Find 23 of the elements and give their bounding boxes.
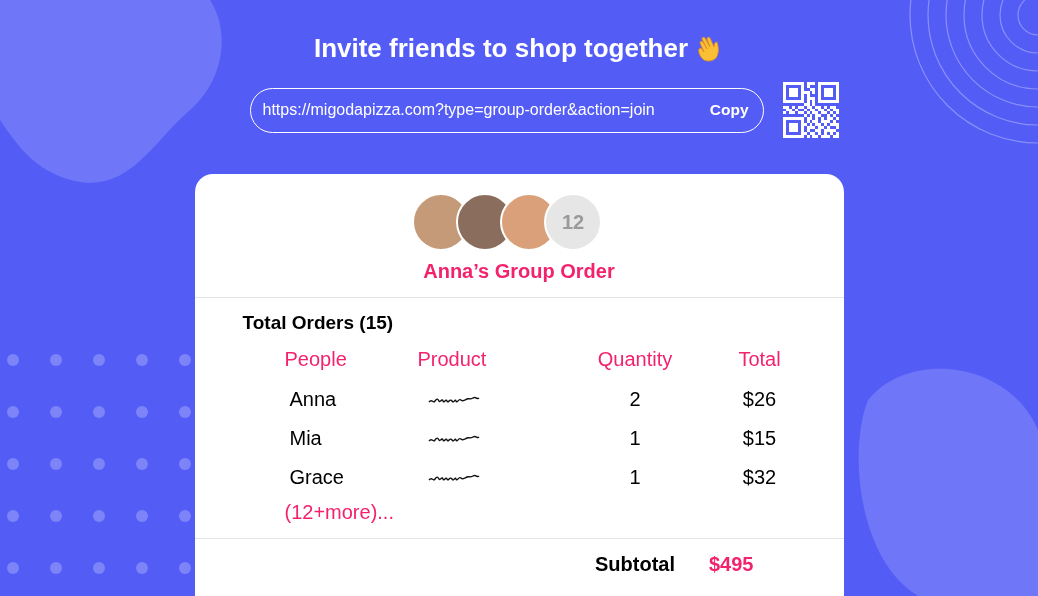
person-name: Anna [289, 388, 337, 411]
column-header: People [284, 348, 347, 370]
total-cell: $32 [742, 466, 777, 489]
quantity-cell: 1 [629, 466, 641, 489]
invite-link: https://migodapizza.com?type=group-order&action=join [262, 101, 655, 119]
more-orders-link[interactable]: (12+more)... [284, 501, 394, 524]
qr-code-icon[interactable] [782, 82, 839, 138]
total-orders-heading: Total Orders (15) [242, 312, 395, 334]
quantity-cell: 1 [629, 427, 641, 450]
copy-button[interactable]: Copy [709, 101, 749, 119]
column-header: Total [738, 348, 781, 370]
page-title: Invite friends to shop together [313, 33, 689, 64]
group-order-title: Anna’s Group Order [423, 260, 615, 284]
column-header: Product [417, 348, 487, 370]
total-cell: $15 [742, 427, 777, 450]
person-name: Mia [289, 427, 322, 450]
more-members-count: 12 [544, 193, 602, 251]
total-cell: $26 [742, 388, 777, 411]
quantity-cell: 2 [629, 388, 641, 411]
column-header: Quantity [597, 348, 673, 370]
subtotal-value: $495 [709, 553, 754, 576]
subtotal-label: Subtotal [595, 553, 675, 576]
person-name: Grace [289, 466, 344, 489]
